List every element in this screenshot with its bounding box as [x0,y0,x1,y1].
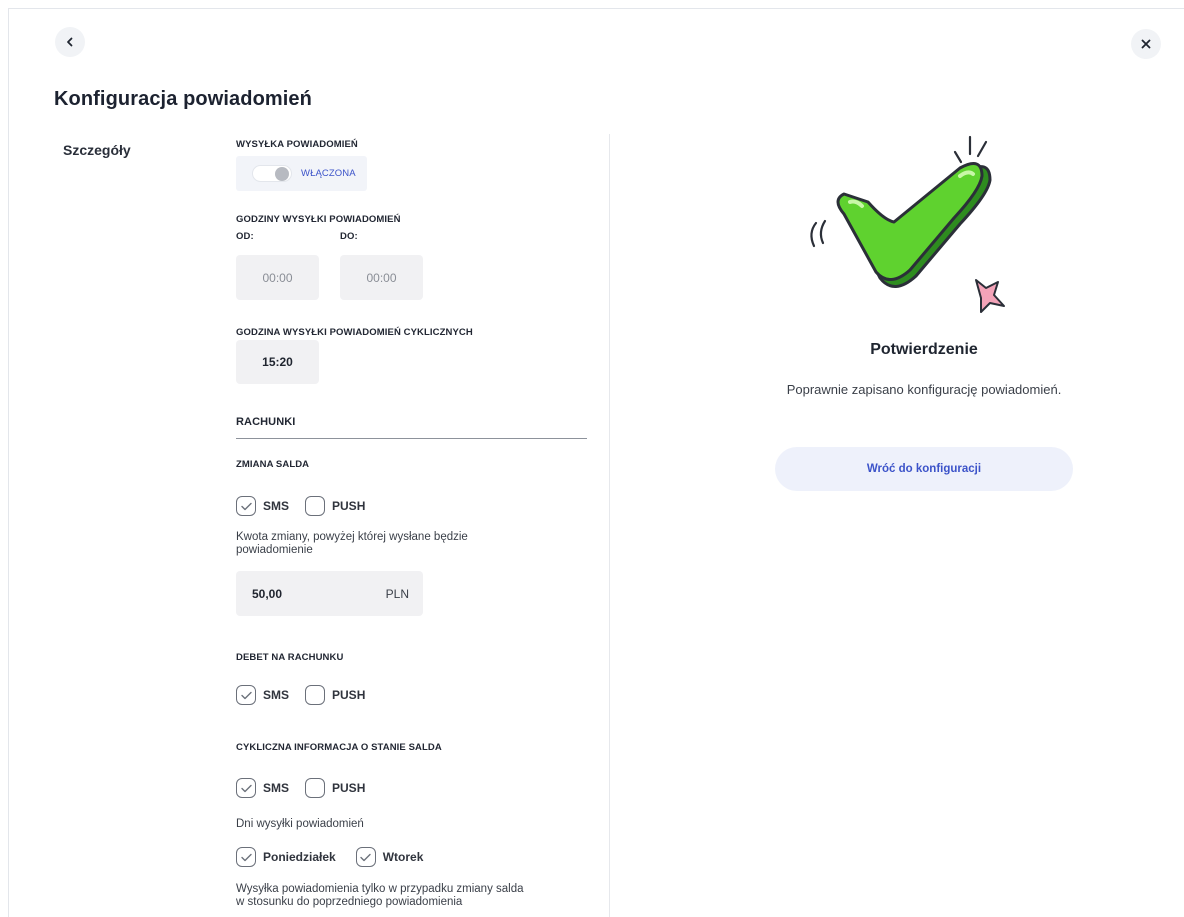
cyclic-balance-channels: SMS PUSH [236,778,381,798]
balance-sms-label: SMS [263,499,290,513]
currency-label: PLN [385,586,409,601]
cyclic-sms-checkbox[interactable] [236,778,256,798]
day-tuesday-label: Wtorek [382,850,424,864]
check-icon [360,853,371,861]
days-options: Poniedziałek Wtorek [236,847,439,867]
balance-change-label: ZMIANA SALDA [236,459,310,470]
toggle-state-label: WŁĄCZONA [301,168,356,179]
column-divider [609,134,610,917]
cyclic-balance-label: CYKLICZNA INFORMACJA O STANIE SALDA [236,742,442,753]
hours-from-label: OD: [236,231,254,242]
toggle-track [252,165,292,182]
close-button[interactable] [1131,29,1161,59]
cyclic-hour-input[interactable]: 15:20 [236,340,319,384]
check-icon [240,502,252,510]
hours-to-label: DO: [340,231,358,242]
return-to-config-button[interactable]: Wróć do konfiguracji [775,447,1073,491]
overdraft-push-label: PUSH [332,688,366,702]
cyclic-sms-label: SMS [263,781,290,795]
check-icon [240,784,252,792]
overdraft-sms-label: SMS [263,688,290,702]
page-title: Konfiguracja powiadomień [54,88,312,110]
toggle-knob [275,167,289,181]
overdraft-label: DEBET NA RACHUNKU [236,652,344,663]
sending-toggle[interactable]: WŁĄCZONA [236,156,367,191]
balance-change-channels: SMS PUSH [236,496,381,516]
balance-push-checkbox[interactable] [305,496,326,516]
overdraft-channels: SMS PUSH [236,685,381,705]
hours-label: GODZINY WYSYŁKI POWIADOMIEŃ [236,214,401,225]
cyclic-hour-label: GODZINA WYSYŁKI POWIADOMIEŃ CYKLICZNYCH [236,327,473,338]
overdraft-sms-checkbox[interactable] [236,685,256,705]
check-icon [240,853,252,861]
balance-push-label: PUSH [332,499,366,513]
hours-to-input[interactable]: 00:00 [340,255,423,300]
cyclic-push-checkbox[interactable] [305,778,326,798]
amount-description: Kwota zmiany, powyżej której wysłane będ… [236,531,468,556]
confirmation-title: Potwierdzenie [870,341,978,358]
close-icon [1141,39,1151,49]
day-tuesday-checkbox[interactable] [355,847,376,867]
overdraft-push-checkbox[interactable] [305,685,326,705]
check-icon [240,691,252,699]
balance-sms-checkbox[interactable] [236,496,256,516]
cyclic-note: Wysyłka powiadomienia tylko w przypadku … [236,883,524,908]
hours-from-input[interactable]: 00:00 [236,255,319,300]
confirmation-message: Poprawnie zapisano konfigurację powiadom… [786,382,1062,397]
days-label: Dni wysyłki powiadomień [236,818,364,830]
amount-value: 50,00 [252,586,283,601]
accounts-heading: RACHUNKI [236,416,296,428]
amount-input[interactable]: 50,00 PLN [236,571,423,616]
section-label-details: Szczegóły [63,142,131,158]
sending-label: WYSYŁKA POWIADOMIEŃ [236,139,358,150]
chevron-left-icon [67,37,73,47]
back-button[interactable] [55,27,85,57]
day-monday-checkbox[interactable] [236,847,256,867]
day-monday-label: Poniedziałek [263,850,336,864]
accounts-divider [236,438,587,439]
success-checkmark-icon [810,135,1005,313]
cyclic-push-label: PUSH [332,781,366,795]
